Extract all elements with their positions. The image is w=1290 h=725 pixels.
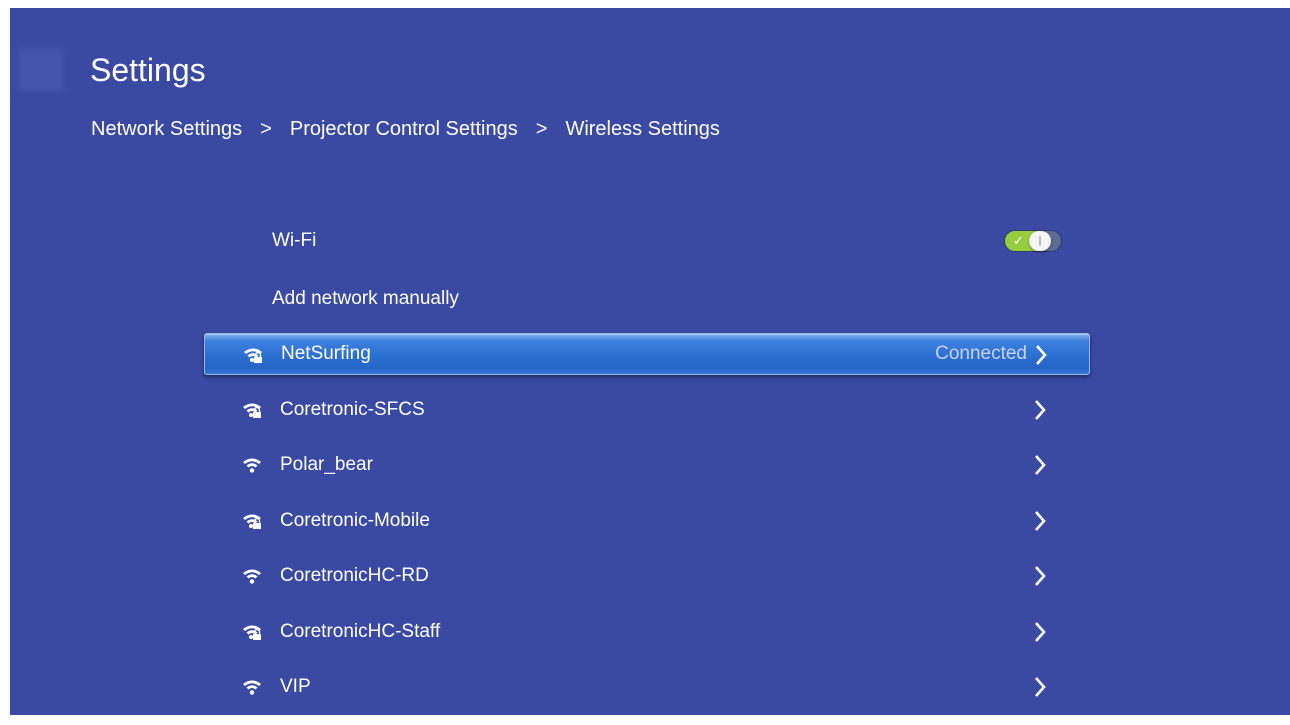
breadcrumb-wireless-settings: Wireless Settings: [565, 118, 720, 140]
checkmark-icon: ✓: [1013, 233, 1024, 248]
chevron-right-icon: [1036, 345, 1047, 365]
wifi-lock-icon: [244, 348, 262, 363]
connection-status: Connected: [935, 343, 1027, 364]
wifi-lock-icon: [243, 403, 261, 418]
settings-app-icon: [18, 48, 64, 92]
wifi-icon: [243, 569, 261, 584]
chevron-right-icon: [1035, 566, 1046, 586]
network-name: Polar_bear: [280, 454, 373, 475]
network-name: NetSurfing: [281, 343, 371, 364]
wifi-icon: [243, 680, 261, 695]
chevron-right-icon: [1035, 455, 1046, 475]
toggle-knob: [1029, 231, 1051, 251]
wifi-toggle-switch[interactable]: ✓: [1004, 230, 1062, 252]
network-item-coretronic-mobile[interactable]: Coretronic-Mobile: [204, 500, 1088, 542]
network-name: Coretronic-Mobile: [280, 510, 430, 531]
network-item-vip[interactable]: VIP: [204, 666, 1088, 708]
page-title: Settings: [90, 52, 206, 88]
network-item-netsurfing[interactable]: NetSurfing Connected: [204, 333, 1090, 375]
add-network-label: Add network manually: [272, 288, 459, 309]
network-item-coretronichc-staff[interactable]: CoretronicHC-Staff: [204, 611, 1088, 653]
breadcrumb-network-settings[interactable]: Network Settings: [91, 118, 242, 141]
breadcrumb-separator: >: [260, 118, 272, 140]
wifi-icon: [243, 458, 261, 473]
chevron-right-icon: [1035, 511, 1046, 531]
network-name: VIP: [280, 676, 311, 697]
chevron-right-icon: [1035, 622, 1046, 642]
network-name: CoretronicHC-Staff: [280, 621, 441, 642]
add-network-manually-item[interactable]: Add network manually: [204, 278, 1088, 320]
network-item-coretronic-sfcs[interactable]: Coretronic-SFCS: [204, 389, 1088, 431]
chevron-right-icon: [1035, 677, 1046, 697]
wifi-lock-icon: [243, 625, 261, 640]
wifi-label: Wi-Fi: [272, 230, 317, 251]
network-item-coretronichc-rd[interactable]: CoretronicHC-RD: [204, 555, 1088, 597]
settings-screen: Settings Network Settings > Projector Co…: [10, 8, 1290, 715]
network-name: CoretronicHC-RD: [280, 565, 429, 586]
wifi-toggle-row[interactable]: Wi-Fi ✓: [204, 220, 1088, 262]
breadcrumb-projector-control-settings[interactable]: Projector Control Settings: [290, 118, 518, 141]
breadcrumb-separator: >: [535, 118, 548, 140]
network-item-polar-bear[interactable]: Polar_bear: [204, 444, 1088, 486]
breadcrumb: Network Settings > Projector Control Set…: [91, 118, 720, 141]
network-name: Coretronic-SFCS: [280, 399, 425, 420]
chevron-right-icon: [1035, 400, 1046, 420]
wifi-lock-icon: [243, 514, 261, 529]
